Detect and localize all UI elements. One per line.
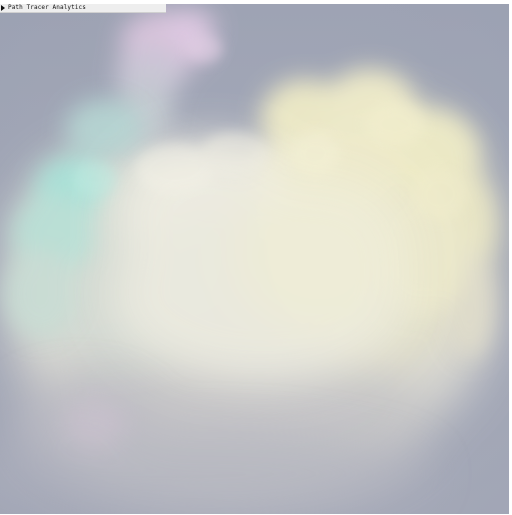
- app-viewport: Path Tracer Analytics: [0, 0, 512, 515]
- path-tracer-render-canvas[interactable]: [0, 4, 509, 514]
- cloud-volume-render: [0, 4, 509, 514]
- panel-title: Path Tracer Analytics: [8, 4, 86, 11]
- path-tracer-analytics-header[interactable]: Path Tracer Analytics: [0, 4, 166, 13]
- triangle-right-icon[interactable]: [1, 5, 5, 11]
